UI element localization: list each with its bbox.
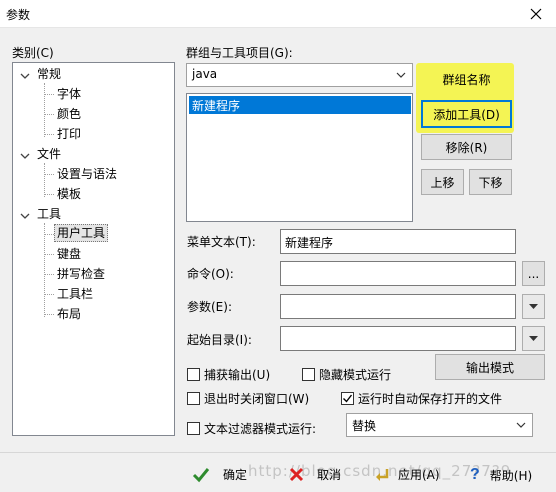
footer-divider — [0, 452, 556, 453]
tool-list[interactable]: 新建程序 — [186, 93, 413, 222]
text-filter-checkbox[interactable]: 文本过滤器模式运行: — [187, 420, 316, 437]
triangle-down-icon — [529, 336, 538, 341]
cancel-button[interactable]: 取消 — [289, 466, 341, 483]
tree-node-print[interactable]: 打印 — [55, 126, 83, 144]
add-tool-button[interactable]: 添加工具(D) — [421, 100, 512, 128]
checkmark-icon — [192, 467, 210, 482]
tree-node-font[interactable]: 字体 — [55, 86, 83, 104]
browse-button[interactable]: ... — [522, 261, 545, 286]
command-field[interactable] — [280, 261, 516, 286]
menu-text-field[interactable]: 新建程序 — [280, 229, 516, 254]
close-icon — [530, 8, 542, 20]
category-tree[interactable]: 常规 字体 颜色 打印 文件 设置与语法 模板 工具 用户工具 键盘 拼写检查 … — [12, 62, 175, 436]
filter-mode-value: 替换 — [352, 419, 377, 433]
apply-button[interactable]: 应用(A) — [375, 466, 440, 483]
tree-node-spellcheck[interactable]: 拼写检查 — [55, 266, 107, 284]
tree-node-template[interactable]: 模板 — [55, 186, 83, 204]
checkmark-icon — [343, 394, 353, 403]
category-label: 类别(C) — [12, 46, 54, 60]
hide-mode-checkbox[interactable]: 隐藏模式运行 — [302, 366, 391, 383]
group-label: 群组与工具项目(G): — [186, 46, 293, 60]
close-icon — [289, 467, 304, 482]
chevron-down-icon[interactable] — [19, 68, 31, 84]
checkbox-box[interactable] — [187, 392, 200, 405]
list-item[interactable]: 新建程序 — [189, 96, 411, 114]
move-up-button[interactable]: 上移 — [421, 169, 464, 195]
chevron-down-icon[interactable] — [19, 148, 31, 164]
args-field[interactable] — [280, 294, 516, 319]
chevron-down-icon[interactable] — [19, 208, 31, 224]
help-button[interactable]: ? 帮助(H) — [470, 466, 532, 484]
triangle-down-icon — [529, 304, 538, 309]
tree-node-tools[interactable]: 工具 — [19, 206, 63, 224]
move-down-button[interactable]: 下移 — [469, 169, 512, 195]
chevron-down-icon — [513, 416, 529, 434]
group-name-button[interactable]: 群组名称 — [421, 66, 512, 92]
group-select[interactable]: java — [186, 63, 413, 87]
output-mode-button[interactable]: 输出模式 — [435, 354, 545, 380]
tree-node-toolbar[interactable]: 工具栏 — [55, 286, 95, 304]
remove-button[interactable]: 移除(R) — [421, 134, 512, 160]
capture-output-checkbox[interactable]: 捕获输出(U) — [187, 366, 270, 383]
args-label: 参数(E): — [187, 300, 232, 314]
checkbox-box[interactable] — [187, 422, 200, 435]
tree-node-file[interactable]: 文件 — [19, 146, 63, 164]
close-button[interactable] — [516, 0, 556, 28]
chevron-down-icon — [393, 66, 409, 84]
start-dir-label: 起始目录(I): — [187, 333, 252, 347]
filter-mode-select[interactable]: 替换 — [346, 413, 533, 437]
tree-node-settings-syntax[interactable]: 设置与语法 — [55, 166, 119, 184]
title-bar — [0, 0, 556, 28]
ok-button[interactable]: 确定 — [192, 466, 247, 483]
command-label: 命令(O): — [187, 267, 234, 281]
checkbox-box[interactable] — [302, 368, 315, 381]
tree-node-layout[interactable]: 布局 — [55, 306, 83, 324]
checkbox-box[interactable] — [187, 368, 200, 381]
checkbox-box[interactable] — [341, 392, 354, 405]
args-dropdown-button[interactable] — [522, 294, 545, 319]
close-on-exit-checkbox[interactable]: 退出时关闭窗口(W) — [187, 390, 309, 407]
tree-node-color[interactable]: 颜色 — [55, 106, 83, 124]
apply-arrow-icon — [376, 468, 389, 481]
start-dir-field[interactable] — [280, 326, 516, 351]
tree-node-general[interactable]: 常规 — [19, 66, 63, 84]
group-select-value: java — [192, 67, 218, 81]
autosave-checkbox[interactable]: 运行时自动保存打开的文件 — [341, 390, 502, 407]
window-title: 参数 — [6, 8, 31, 22]
start-dir-dropdown-button[interactable] — [522, 326, 545, 351]
tree-node-user-tools[interactable]: 用户工具 — [54, 224, 109, 243]
menu-text-label: 菜单文本(T): — [187, 235, 256, 249]
tree-node-keyboard[interactable]: 键盘 — [55, 246, 83, 264]
help-icon: ? — [470, 466, 480, 483]
